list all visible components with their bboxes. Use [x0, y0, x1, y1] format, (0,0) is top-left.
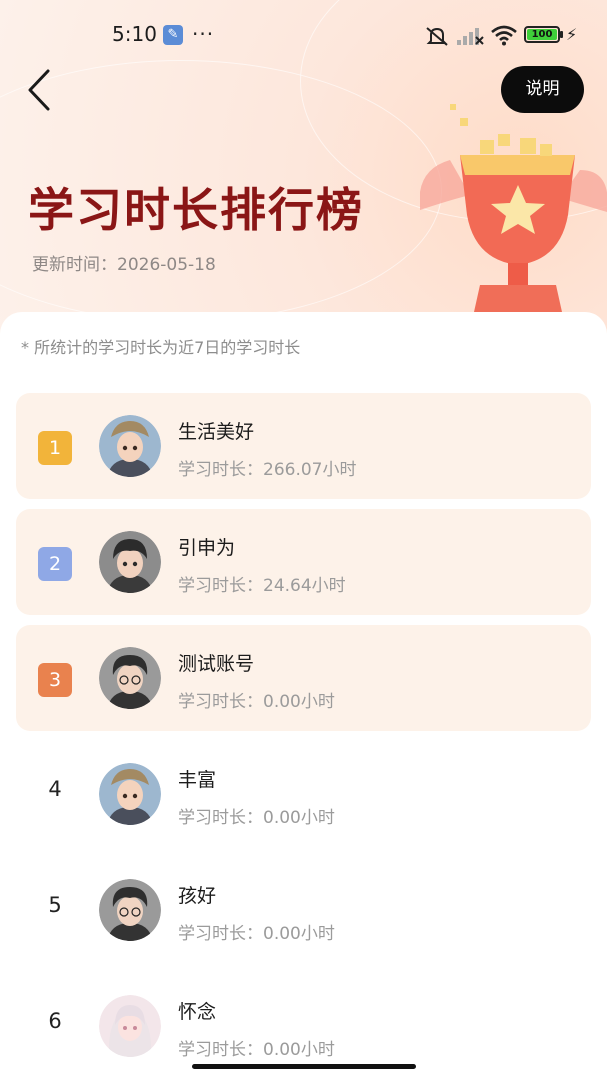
study-duration: 学习时长：266.07小时	[178, 460, 357, 480]
back-button[interactable]	[22, 66, 62, 114]
user-name: 丰富	[178, 769, 217, 791]
statistics-note: * 所统计的学习时长为近7日的学习时长	[21, 338, 301, 357]
user-name: 生活美好	[178, 421, 255, 443]
battery-level: 100	[527, 29, 557, 40]
study-duration: 学习时长：0.00小时	[178, 1040, 335, 1060]
user-name: 孩好	[178, 885, 217, 907]
rank-number: 5	[48, 893, 62, 917]
charging-icon: ⚡	[566, 25, 578, 44]
ranking-row[interactable]: 1 生活美好 学习时长：266.07小时	[16, 393, 591, 499]
more-notifications-icon: ···	[192, 22, 215, 46]
study-duration: 学习时长：0.00小时	[178, 808, 335, 828]
update-time: 更新时间：2026-05-18	[32, 255, 216, 275]
signal-icon	[457, 28, 484, 45]
muted-bell-icon	[426, 27, 448, 46]
page-title: 学习时长排行榜	[28, 183, 364, 237]
home-indicator[interactable]	[192, 1064, 416, 1069]
ranking-row[interactable]: 3 测试账号 学习时长：0.00小时	[16, 625, 591, 731]
trophy-icon	[420, 104, 607, 312]
study-duration: 学习时长：0.00小时	[178, 924, 335, 944]
rank-badge-gold: 1	[38, 431, 72, 465]
rank-number: 4	[48, 777, 62, 801]
user-name: 测试账号	[178, 653, 255, 675]
wrench-icon: ✎	[163, 25, 183, 45]
avatar	[99, 995, 161, 1057]
rank-number: 6	[48, 1009, 62, 1033]
avatar	[99, 415, 161, 477]
study-duration: 学习时长：24.64小时	[178, 576, 346, 596]
battery-tip	[560, 31, 563, 38]
study-duration: 学习时长：0.00小时	[178, 692, 335, 712]
status-bar: 5:10 ✎ ··· 100 ⚡	[0, 0, 607, 70]
avatar	[99, 763, 161, 825]
rank-badge-bronze: 3	[38, 663, 72, 697]
avatar	[99, 647, 161, 709]
avatar	[99, 879, 161, 941]
chevron-left-icon	[28, 69, 50, 111]
user-name: 怀念	[178, 1001, 217, 1023]
ranking-row[interactable]: 2 引申为 学习时长：24.64小时	[16, 509, 591, 615]
ranking-row[interactable]: 5 孩好 学习时长：0.00小时	[16, 857, 591, 963]
wifi-icon	[491, 25, 517, 46]
status-time: 5:10	[112, 22, 157, 46]
rank-badge-silver: 2	[38, 547, 72, 581]
avatar	[99, 531, 161, 593]
battery-icon: 100	[524, 26, 560, 43]
user-name: 引申为	[178, 537, 236, 559]
ranking-row[interactable]: 4 丰富 学习时长：0.00小时	[16, 741, 591, 847]
